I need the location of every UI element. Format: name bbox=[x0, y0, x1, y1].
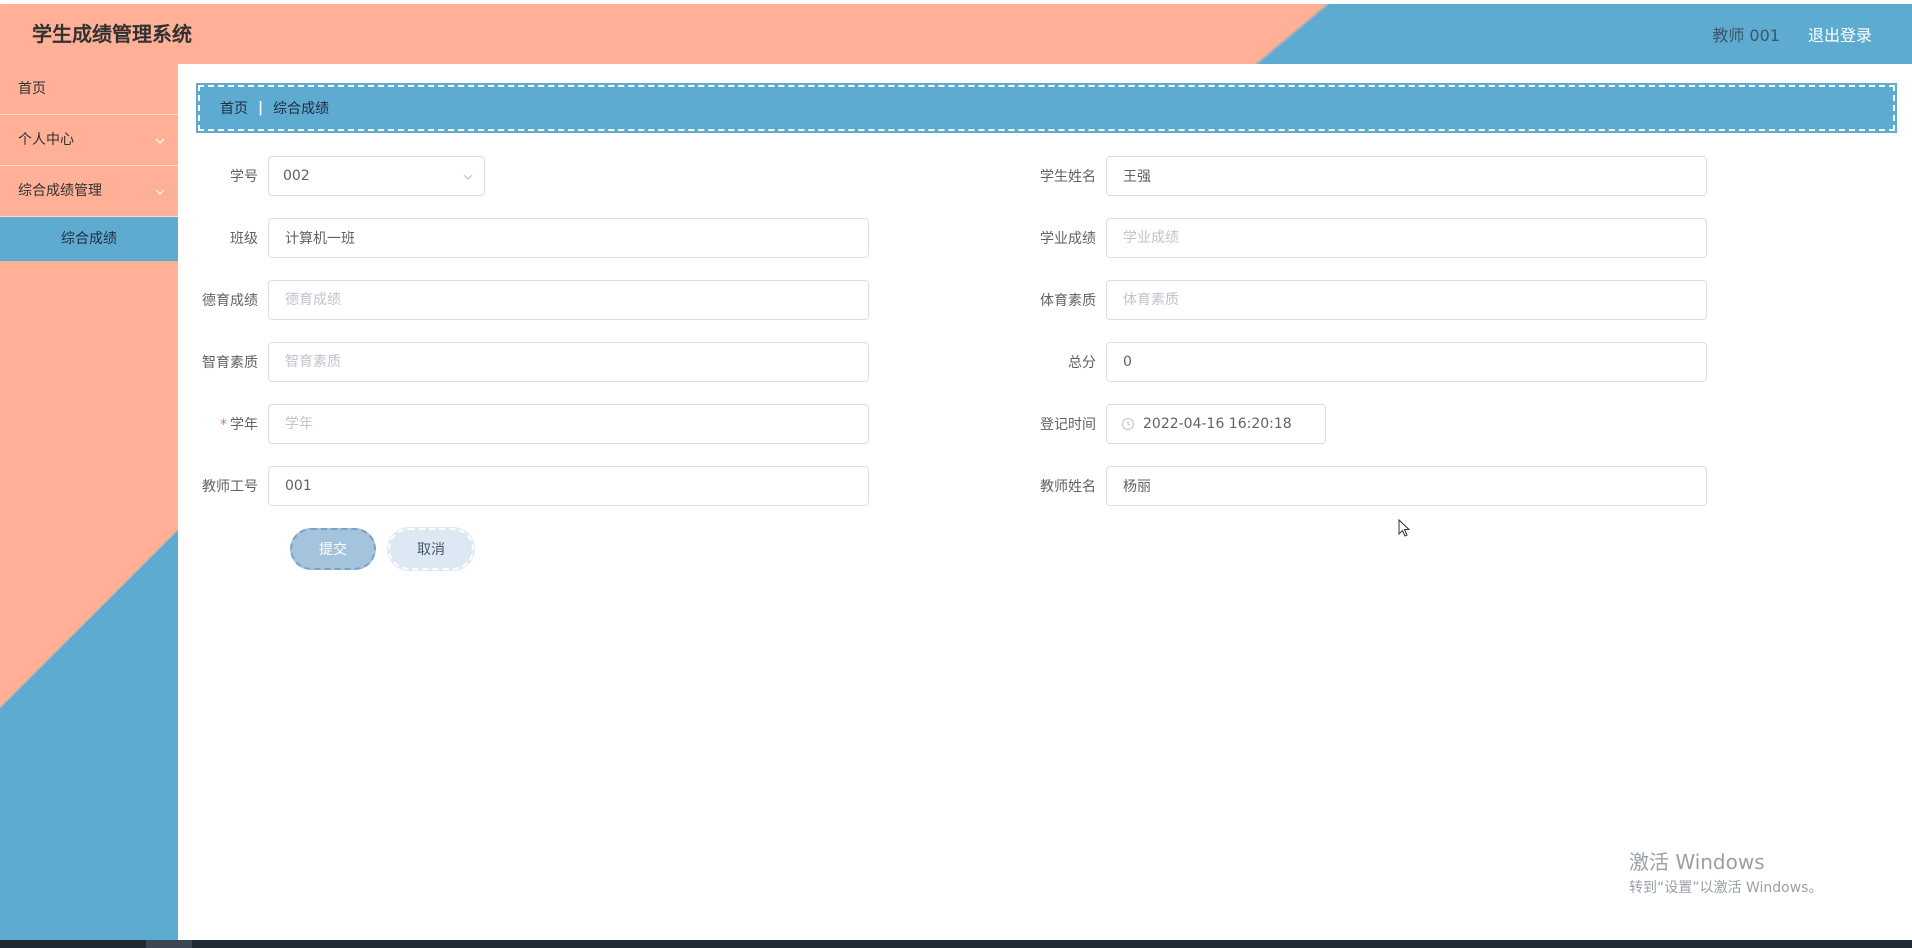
breadcrumb-home[interactable]: 首页 bbox=[220, 98, 248, 118]
breadcrumb-current: 综合成绩 bbox=[273, 101, 330, 117]
form-row-total: 总分 bbox=[1036, 342, 1707, 382]
pe-quality-input[interactable] bbox=[1121, 291, 1692, 309]
form-row-student-name: 学生姓名 bbox=[1036, 156, 1707, 196]
submit-button[interactable]: 提交 bbox=[290, 528, 376, 570]
teacher-name-label: 教师姓名 bbox=[1040, 479, 1096, 495]
chevron-down-icon bbox=[462, 157, 474, 197]
taskbar bbox=[0, 940, 1912, 948]
form-row-teacher-name: 教师姓名 bbox=[1036, 466, 1707, 506]
cancel-button[interactable]: 取消 bbox=[387, 527, 475, 571]
sidebar-subitem-comprehensive-score[interactable]: 综合成绩 bbox=[0, 217, 178, 261]
current-user: 教师 001 bbox=[1712, 26, 1780, 45]
chevron-down-icon bbox=[154, 166, 166, 217]
breadcrumb-separator: | bbox=[258, 100, 264, 116]
sidebar-item-home[interactable]: 首页 bbox=[0, 64, 178, 115]
total-input[interactable] bbox=[1121, 353, 1692, 371]
logout-link[interactable]: 退出登录 bbox=[1808, 22, 1872, 46]
page: 学生成绩管理系统 教师 001 退出登录 首页 个人中心 综合成绩管理 综合成绩… bbox=[0, 0, 1912, 948]
sidebar-item-label: 个人中心 bbox=[18, 132, 74, 148]
student-id-value: 002 bbox=[283, 168, 310, 184]
class-field[interactable] bbox=[268, 218, 869, 258]
breadcrumb: 首页 | 综合成绩 bbox=[196, 83, 1897, 133]
mouse-pointer-icon bbox=[1398, 519, 1411, 537]
sidebar-item-label: 综合成绩管理 bbox=[18, 183, 102, 199]
student-id-label: 学号 bbox=[230, 169, 258, 185]
total-field[interactable] bbox=[1106, 342, 1707, 382]
academic-year-label-text: 学年 bbox=[230, 417, 258, 433]
form-row-academic-score: 学业成绩 bbox=[1036, 218, 1707, 258]
teacher-name-field[interactable] bbox=[1106, 466, 1707, 506]
form-row-student-id: 学号 002 bbox=[198, 156, 485, 196]
register-time-label: 登记时间 bbox=[1040, 417, 1096, 433]
main-content: 首页 | 综合成绩 学号 002 学生姓名 班级 bbox=[178, 64, 1912, 940]
academic-score-label: 学业成绩 bbox=[1040, 231, 1096, 247]
sidebar-item-personal-center[interactable]: 个人中心 bbox=[0, 115, 178, 166]
app-title: 学生成绩管理系统 bbox=[32, 22, 192, 46]
form-row-academic-year: * 学年 bbox=[198, 404, 869, 444]
form-row-class: 班级 bbox=[198, 218, 869, 258]
moral-score-input[interactable] bbox=[283, 291, 854, 309]
intellectual-quality-field[interactable] bbox=[268, 342, 869, 382]
sidebar-item-label: 首页 bbox=[18, 81, 46, 97]
academic-score-field[interactable] bbox=[1106, 218, 1707, 258]
register-time-picker[interactable]: 2022-04-16 16:20:18 bbox=[1106, 404, 1326, 444]
student-id-select[interactable]: 002 bbox=[268, 156, 485, 196]
class-label: 班级 bbox=[230, 231, 258, 247]
class-input[interactable] bbox=[283, 229, 854, 247]
student-name-input[interactable] bbox=[1121, 167, 1692, 185]
moral-score-field[interactable] bbox=[268, 280, 869, 320]
academic-score-input[interactable] bbox=[1121, 229, 1692, 247]
teacher-name-input[interactable] bbox=[1121, 477, 1692, 495]
required-mark: * bbox=[220, 417, 227, 433]
academic-year-input[interactable] bbox=[283, 415, 854, 433]
teacher-id-field[interactable] bbox=[268, 466, 869, 506]
academic-year-label: * 学年 bbox=[198, 414, 268, 434]
teacher-id-label: 教师工号 bbox=[202, 479, 258, 495]
student-name-field[interactable] bbox=[1106, 156, 1707, 196]
sidebar: 首页 个人中心 综合成绩管理 综合成绩 bbox=[0, 64, 178, 940]
intellectual-quality-input[interactable] bbox=[283, 353, 854, 371]
clock-icon bbox=[1121, 417, 1135, 431]
pe-quality-field[interactable] bbox=[1106, 280, 1707, 320]
header-right: 教师 001 退出登录 bbox=[1712, 4, 1872, 64]
watermark-title: 激活 Windows bbox=[1629, 850, 1765, 874]
total-label: 总分 bbox=[1068, 355, 1096, 371]
pe-quality-label: 体育素质 bbox=[1040, 293, 1096, 309]
form-row-pe-quality: 体育素质 bbox=[1036, 280, 1707, 320]
windows-activation-watermark: 激活 Windows 转到“设置”以激活 Windows。 bbox=[1629, 846, 1822, 897]
top-header: 学生成绩管理系统 教师 001 退出登录 bbox=[0, 4, 1912, 64]
moral-score-label: 德育成绩 bbox=[202, 293, 258, 309]
form-row-teacher-id: 教师工号 bbox=[198, 466, 869, 506]
teacher-id-input[interactable] bbox=[283, 477, 854, 495]
intellectual-quality-label: 智育素质 bbox=[202, 355, 258, 371]
form-row-register-time: 登记时间 2022-04-16 16:20:18 bbox=[1036, 404, 1326, 444]
register-time-value: 2022-04-16 16:20:18 bbox=[1143, 416, 1292, 432]
sidebar-item-score-management[interactable]: 综合成绩管理 bbox=[0, 166, 178, 217]
watermark-subtitle: 转到“设置”以激活 Windows。 bbox=[1629, 880, 1823, 896]
form-row-moral-score: 德育成绩 bbox=[198, 280, 869, 320]
form-row-intellectual-quality: 智育素质 bbox=[198, 342, 869, 382]
taskbar-segment bbox=[146, 940, 192, 948]
student-name-label: 学生姓名 bbox=[1040, 169, 1096, 185]
chevron-down-icon bbox=[154, 115, 166, 166]
academic-year-field[interactable] bbox=[268, 404, 869, 444]
